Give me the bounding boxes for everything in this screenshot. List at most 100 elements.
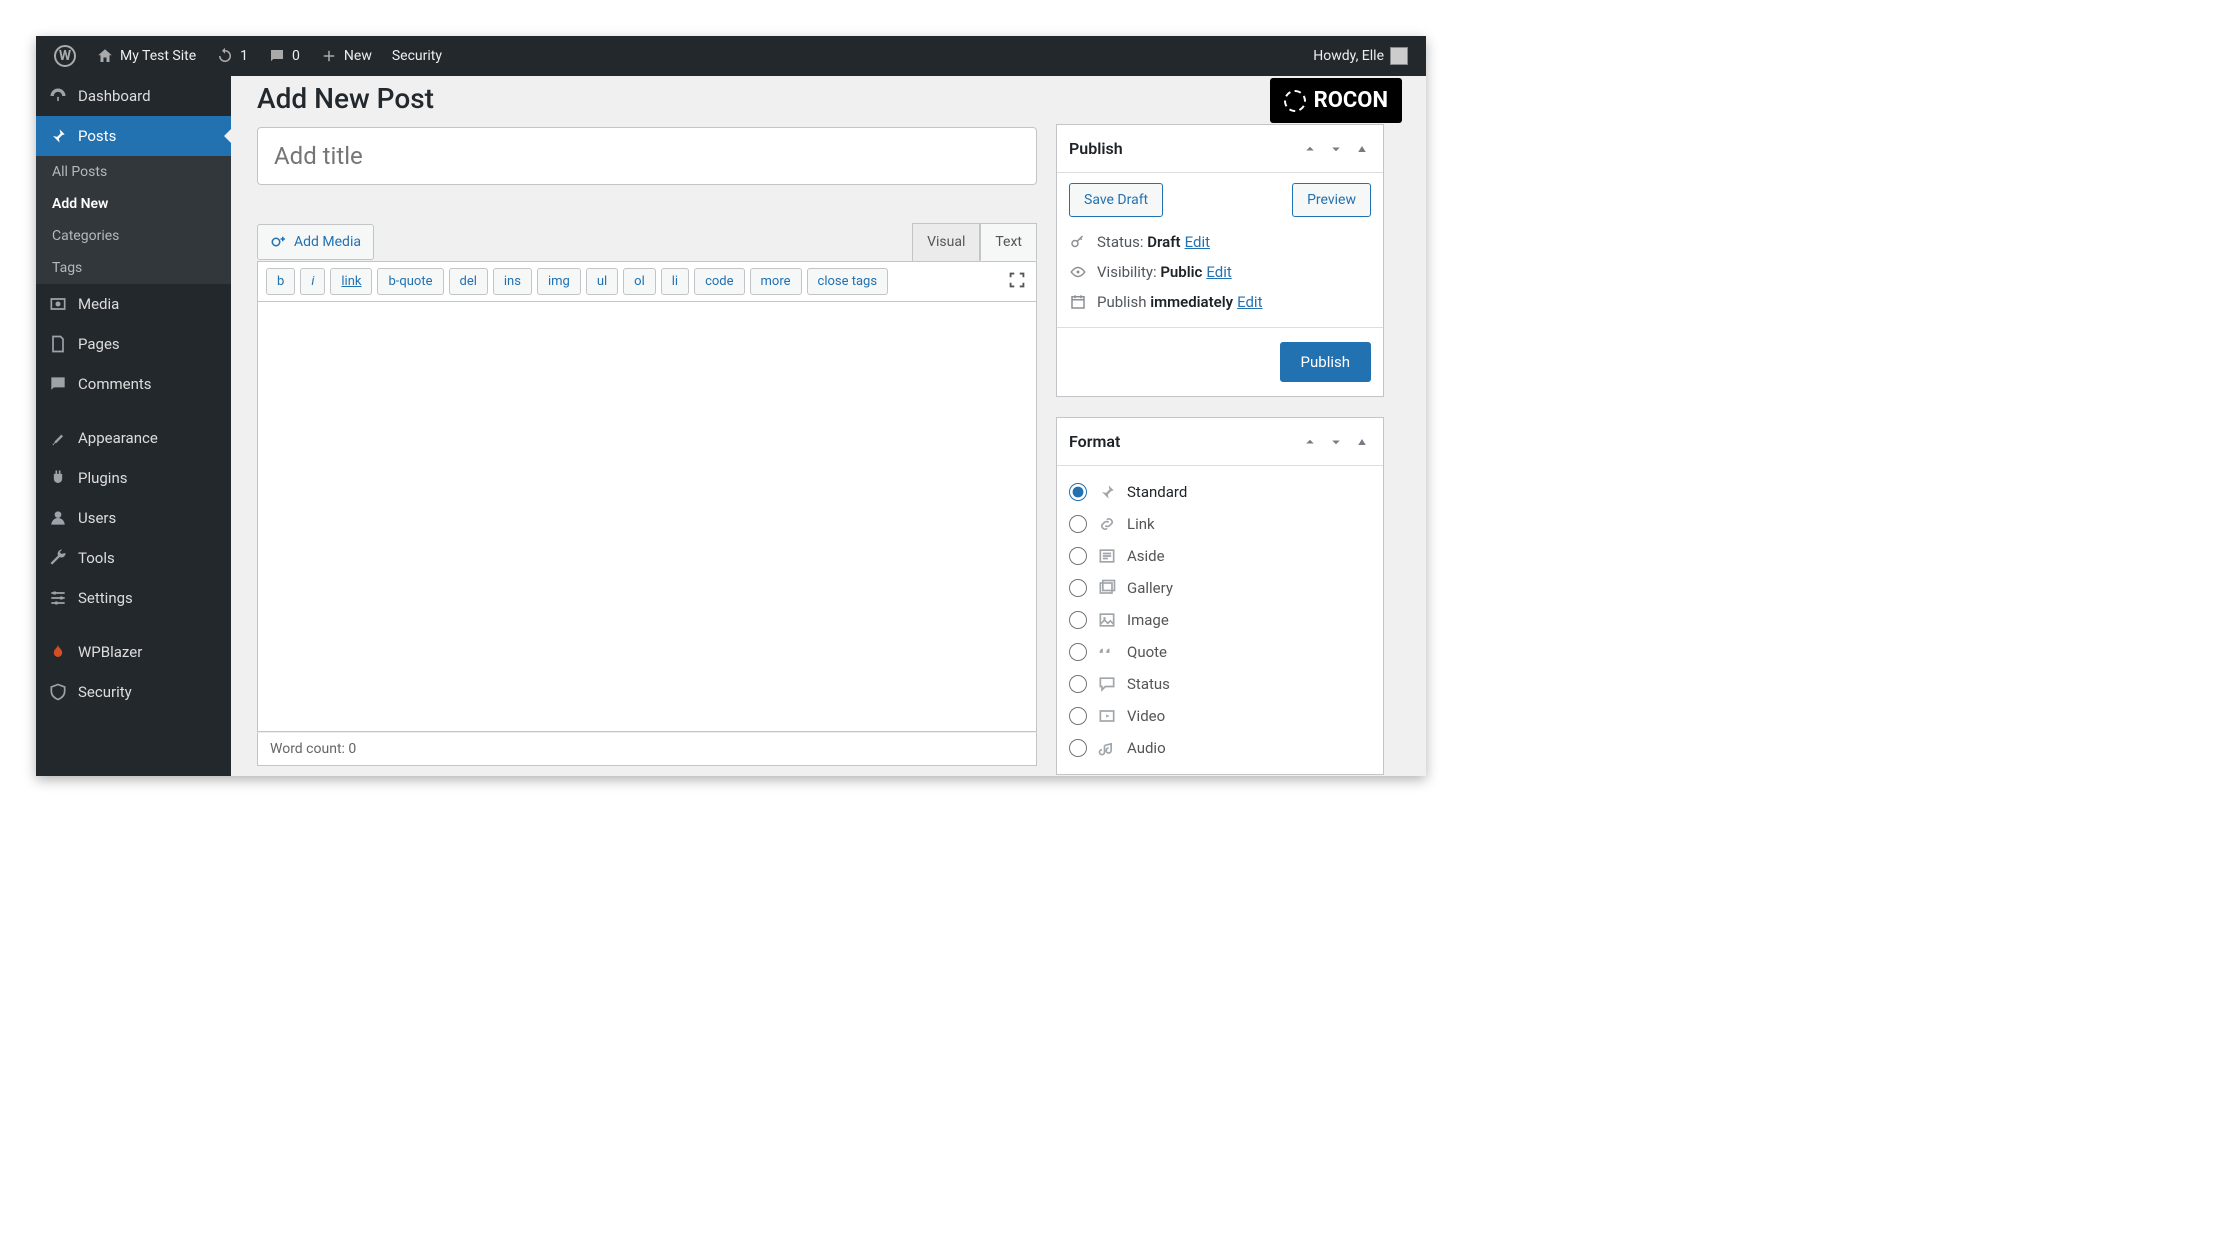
format-radio[interactable]: [1069, 483, 1087, 501]
publish-metabox: Publish Save Draft Preview S: [1056, 124, 1384, 397]
appearance-label: Appearance: [78, 429, 158, 447]
publish-box-title: Publish: [1069, 139, 1293, 158]
schedule-value: immediately: [1150, 293, 1233, 311]
rocon-badge: ROCON: [1270, 78, 1402, 123]
quote-icon: [1097, 642, 1117, 662]
sidebar-item-media[interactable]: Media: [36, 284, 231, 324]
edit-schedule-link[interactable]: Edit: [1237, 293, 1262, 311]
sidebar-item-tools[interactable]: Tools: [36, 538, 231, 578]
qt-more[interactable]: more: [750, 268, 802, 295]
preview-button[interactable]: Preview: [1292, 183, 1371, 217]
sidebar-item-posts[interactable]: Posts: [36, 116, 231, 156]
media-label: Media: [78, 295, 119, 313]
submenu-tags[interactable]: Tags: [36, 252, 231, 284]
sidebar-item-comments[interactable]: Comments: [36, 364, 231, 404]
qt-ol[interactable]: ol: [623, 268, 656, 295]
post-content-textarea[interactable]: [257, 302, 1037, 732]
qt-img[interactable]: img: [537, 268, 581, 295]
avatar-icon: [1390, 47, 1408, 65]
brush-icon: [48, 428, 68, 448]
sidebar-item-users[interactable]: Users: [36, 498, 231, 538]
submenu-add-new[interactable]: Add New: [36, 188, 231, 220]
chevron-up-icon[interactable]: [1301, 433, 1319, 451]
triangle-up-icon[interactable]: [1353, 433, 1371, 451]
wp-logo-menu[interactable]: W: [44, 36, 86, 76]
chevron-down-icon[interactable]: [1327, 140, 1345, 158]
qt-bquote[interactable]: b-quote: [377, 268, 443, 295]
format-radio[interactable]: [1069, 579, 1087, 597]
edit-visibility-link[interactable]: Edit: [1206, 263, 1231, 281]
qt-ul[interactable]: ul: [586, 268, 618, 295]
chevron-down-icon[interactable]: [1327, 433, 1345, 451]
qt-bold[interactable]: b: [266, 268, 295, 295]
tab-text[interactable]: Text: [980, 223, 1037, 261]
sidebar-item-wpblazer[interactable]: WPBlazer: [36, 632, 231, 672]
schedule-label: Publish: [1097, 293, 1150, 311]
media-plus-icon: [270, 233, 288, 251]
posts-submenu: All Posts Add New Categories Tags: [36, 156, 231, 284]
format-option-standard[interactable]: Standard: [1069, 476, 1371, 508]
comments-count: 0: [292, 48, 300, 64]
add-media-button[interactable]: Add Media: [257, 224, 374, 260]
format-option-gallery[interactable]: Gallery: [1069, 572, 1371, 604]
tab-visual[interactable]: Visual: [912, 223, 980, 261]
updates-link[interactable]: 1: [206, 36, 258, 76]
qt-link[interactable]: link: [330, 268, 372, 295]
submenu-categories[interactable]: Categories: [36, 220, 231, 252]
security-sidebar-label: Security: [78, 683, 132, 701]
pages-icon: [48, 334, 68, 354]
triangle-up-icon[interactable]: [1353, 140, 1371, 158]
qt-li[interactable]: li: [661, 268, 689, 295]
sidebar-item-plugins[interactable]: Plugins: [36, 458, 231, 498]
format-option-audio[interactable]: Audio: [1069, 732, 1371, 764]
edit-status-link[interactable]: Edit: [1185, 233, 1210, 251]
format-radio[interactable]: [1069, 611, 1087, 629]
site-name-link[interactable]: My Test Site: [86, 36, 206, 76]
sidebar-item-settings[interactable]: Settings: [36, 578, 231, 618]
qt-close-tags[interactable]: close tags: [807, 268, 889, 295]
comments-link[interactable]: 0: [258, 36, 310, 76]
qt-del[interactable]: del: [449, 268, 488, 295]
new-content-link[interactable]: New: [310, 36, 382, 76]
format-option-status[interactable]: Status: [1069, 668, 1371, 700]
eye-icon: [1069, 263, 1087, 281]
plugins-label: Plugins: [78, 469, 127, 487]
format-option-video[interactable]: Video: [1069, 700, 1371, 732]
qt-ins[interactable]: ins: [493, 268, 532, 295]
flame-icon: [48, 642, 68, 662]
site-name-text: My Test Site: [120, 48, 196, 64]
security-link[interactable]: Security: [382, 36, 452, 76]
account-menu[interactable]: Howdy, Elle: [1303, 36, 1418, 76]
qt-italic[interactable]: i: [300, 268, 325, 295]
format-option-image[interactable]: Image: [1069, 604, 1371, 636]
sidebar-item-pages[interactable]: Pages: [36, 324, 231, 364]
word-count-bar: Word count: 0: [257, 732, 1037, 766]
format-radio[interactable]: [1069, 515, 1087, 533]
chevron-up-icon[interactable]: [1301, 140, 1319, 158]
format-option-aside[interactable]: Aside: [1069, 540, 1371, 572]
format-radio[interactable]: [1069, 547, 1087, 565]
video-icon: [1097, 706, 1117, 726]
format-radio[interactable]: [1069, 675, 1087, 693]
visibility-label: Visibility:: [1097, 263, 1160, 281]
calendar-icon: [1069, 293, 1087, 311]
submenu-all-posts[interactable]: All Posts: [36, 156, 231, 188]
format-radio[interactable]: [1069, 643, 1087, 661]
format-radio[interactable]: [1069, 739, 1087, 757]
fullscreen-button[interactable]: [1006, 269, 1028, 295]
format-option-link[interactable]: Link: [1069, 508, 1371, 540]
post-title-input[interactable]: [257, 127, 1037, 185]
save-draft-button[interactable]: Save Draft: [1069, 183, 1163, 217]
format-option-quote[interactable]: Quote: [1069, 636, 1371, 668]
sidebar-item-security[interactable]: Security: [36, 672, 231, 712]
format-radio[interactable]: [1069, 707, 1087, 725]
word-count-value: 0: [348, 741, 356, 757]
shield-icon: [48, 682, 68, 702]
dashboard-icon: [48, 86, 68, 106]
qt-code[interactable]: code: [694, 268, 744, 295]
publish-button[interactable]: Publish: [1280, 342, 1371, 382]
comments-icon: [48, 374, 68, 394]
format-label: Image: [1127, 611, 1169, 629]
sidebar-item-dashboard[interactable]: Dashboard: [36, 76, 231, 116]
sidebar-item-appearance[interactable]: Appearance: [36, 418, 231, 458]
